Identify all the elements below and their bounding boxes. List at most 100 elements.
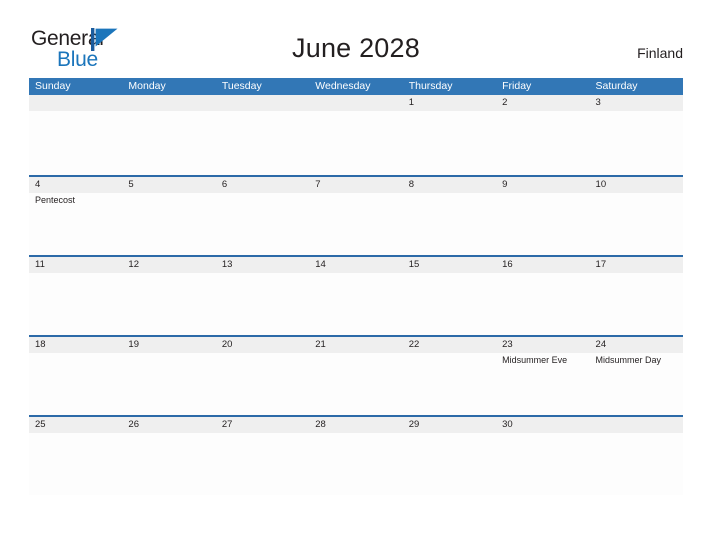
day-number: 19: [128, 339, 139, 350]
day-number: 14: [315, 259, 326, 270]
page-title: June 2028: [292, 33, 420, 63]
day-number-strip: [29, 95, 123, 111]
day-number: 8: [408, 179, 414, 190]
calendar-day-cell[interactable]: 6: [215, 177, 310, 255]
day-number-strip: [496, 95, 590, 111]
weekday-monday: Monday: [128, 80, 166, 92]
calendar-day-cell[interactable]: 5: [122, 177, 216, 255]
day-number: 18: [35, 339, 46, 350]
calendar-day-cell[interactable]: 29: [402, 417, 497, 495]
calendar-day-cell-empty: [122, 95, 216, 175]
day-number: 28: [315, 419, 326, 430]
calendar-week-row: 1 2 3: [29, 95, 683, 175]
calendar-day-cell-empty: [29, 95, 123, 175]
day-number: 17: [595, 259, 607, 270]
calendar-day-cell[interactable]: 26: [122, 417, 216, 495]
day-events: Pentecost: [35, 194, 120, 206]
calendar-day-cell[interactable]: 21: [309, 337, 403, 415]
day-number: 6: [221, 179, 228, 190]
calendar-day-cell[interactable]: 16: [496, 257, 590, 335]
day-number-strip: [309, 177, 403, 193]
calendar-day-cell[interactable]: 4 Pentecost: [29, 177, 123, 255]
calendar-day-cell[interactable]: 17: [589, 257, 683, 335]
calendar-day-cell-empty: [309, 95, 403, 175]
weekday-friday: Friday: [502, 80, 532, 92]
calendar-day-cell[interactable]: 27: [215, 417, 310, 495]
calendar-week-row: 11 12 13 14 15 16 17: [29, 255, 683, 335]
day-number: 20: [221, 339, 233, 350]
day-number-strip: [215, 95, 310, 111]
day-number-strip: [589, 417, 683, 433]
day-number: 30: [502, 419, 513, 430]
day-number: 9: [502, 179, 508, 190]
day-number-strip: [215, 177, 310, 193]
day-number: 27: [221, 419, 233, 430]
calendar-day-cell[interactable]: 10: [589, 177, 683, 255]
day-number: 5: [128, 179, 134, 190]
day-events: Midsummer Day: [596, 354, 681, 366]
day-number: 12: [128, 259, 139, 270]
calendar-day-cell[interactable]: 13: [215, 257, 310, 335]
calendar-day-cell[interactable]: 8: [402, 177, 497, 255]
day-number-strip: [589, 95, 683, 111]
weekday-thursday: Thursday: [408, 80, 453, 92]
calendar-page: General Blue June 2028 Finland Sunday Mo…: [0, 0, 712, 550]
calendar-day-cell[interactable]: 25: [29, 417, 123, 495]
day-number: 16: [502, 259, 513, 270]
calendar-day-cell[interactable]: 19: [122, 337, 216, 415]
day-number: 29: [408, 419, 420, 430]
day-number: 11: [35, 259, 45, 270]
calendar-day-cell[interactable]: 22: [402, 337, 497, 415]
calendar-day-cell[interactable]: 11: [29, 257, 123, 335]
holiday-event-label: Midsummer Eve: [502, 355, 568, 365]
day-number-strip: [309, 95, 403, 111]
weekday-sunday: Sunday: [35, 80, 71, 92]
day-number: 22: [408, 339, 420, 350]
day-number: 10: [595, 179, 607, 190]
calendar-day-cell[interactable]: 23 Midsummer Eve: [496, 337, 590, 415]
calendar-week-row: 4 Pentecost 5 6 7 8 9 10: [29, 175, 683, 255]
page-header: General Blue June 2028 Finland: [0, 0, 712, 76]
calendar-day-cell[interactable]: 1: [402, 95, 497, 175]
day-number: 7: [315, 179, 321, 190]
day-number: 25: [35, 419, 46, 430]
day-number-strip: [122, 95, 216, 111]
day-events: Midsummer Eve: [502, 354, 587, 366]
weekday-header-row: Sunday Monday Tuesday Wednesday Thursday…: [29, 78, 683, 95]
weekday-wednesday: Wednesday: [315, 80, 371, 92]
calendar-day-cell[interactable]: 30: [496, 417, 590, 495]
day-number: 4: [35, 179, 41, 190]
calendar-day-cell[interactable]: 24 Midsummer Day: [589, 337, 683, 415]
calendar-day-cell[interactable]: 3: [589, 95, 683, 175]
weekday-saturday: Saturday: [595, 80, 638, 92]
day-number: 24: [595, 339, 607, 350]
day-number: 3: [595, 97, 601, 108]
calendar-day-cell-empty: [589, 417, 683, 495]
day-number: 26: [128, 419, 139, 430]
day-number-strip: [29, 177, 123, 193]
calendar-day-cell[interactable]: 12: [122, 257, 216, 335]
day-number: 1: [408, 97, 414, 108]
calendar-day-cell[interactable]: 2: [496, 95, 590, 175]
calendar-day-cell[interactable]: 18: [29, 337, 123, 415]
calendar-day-cell-empty: [215, 95, 310, 175]
day-number: 21: [315, 339, 326, 350]
calendar-day-cell[interactable]: 15: [402, 257, 497, 335]
day-number: 15: [408, 259, 420, 270]
calendar-day-cell[interactable]: 20: [215, 337, 310, 415]
day-number-strip: [496, 177, 590, 193]
calendar-day-cell[interactable]: 28: [309, 417, 403, 495]
day-number-strip: [122, 177, 216, 193]
calendar-week-row: 25 26 27 28 29 30: [29, 415, 683, 495]
calendar-week-row: 18 19 20 21 22 23 Midsummer Eve 24 Midsummer Day: [29, 335, 683, 415]
day-number-strip: [402, 177, 497, 193]
day-number: 13: [221, 259, 233, 270]
calendar-day-cell[interactable]: 9: [496, 177, 590, 255]
holiday-event-label: Pentecost: [35, 195, 76, 205]
calendar-table: Sunday Monday Tuesday Wednesday Thursday…: [29, 78, 683, 495]
weekday-tuesday: Tuesday: [221, 80, 262, 92]
calendar-day-cell[interactable]: 14: [309, 257, 403, 335]
calendar-day-cell[interactable]: 7: [309, 177, 403, 255]
holiday-event-label: Midsummer Day: [595, 355, 662, 365]
day-number: 23: [502, 339, 513, 350]
